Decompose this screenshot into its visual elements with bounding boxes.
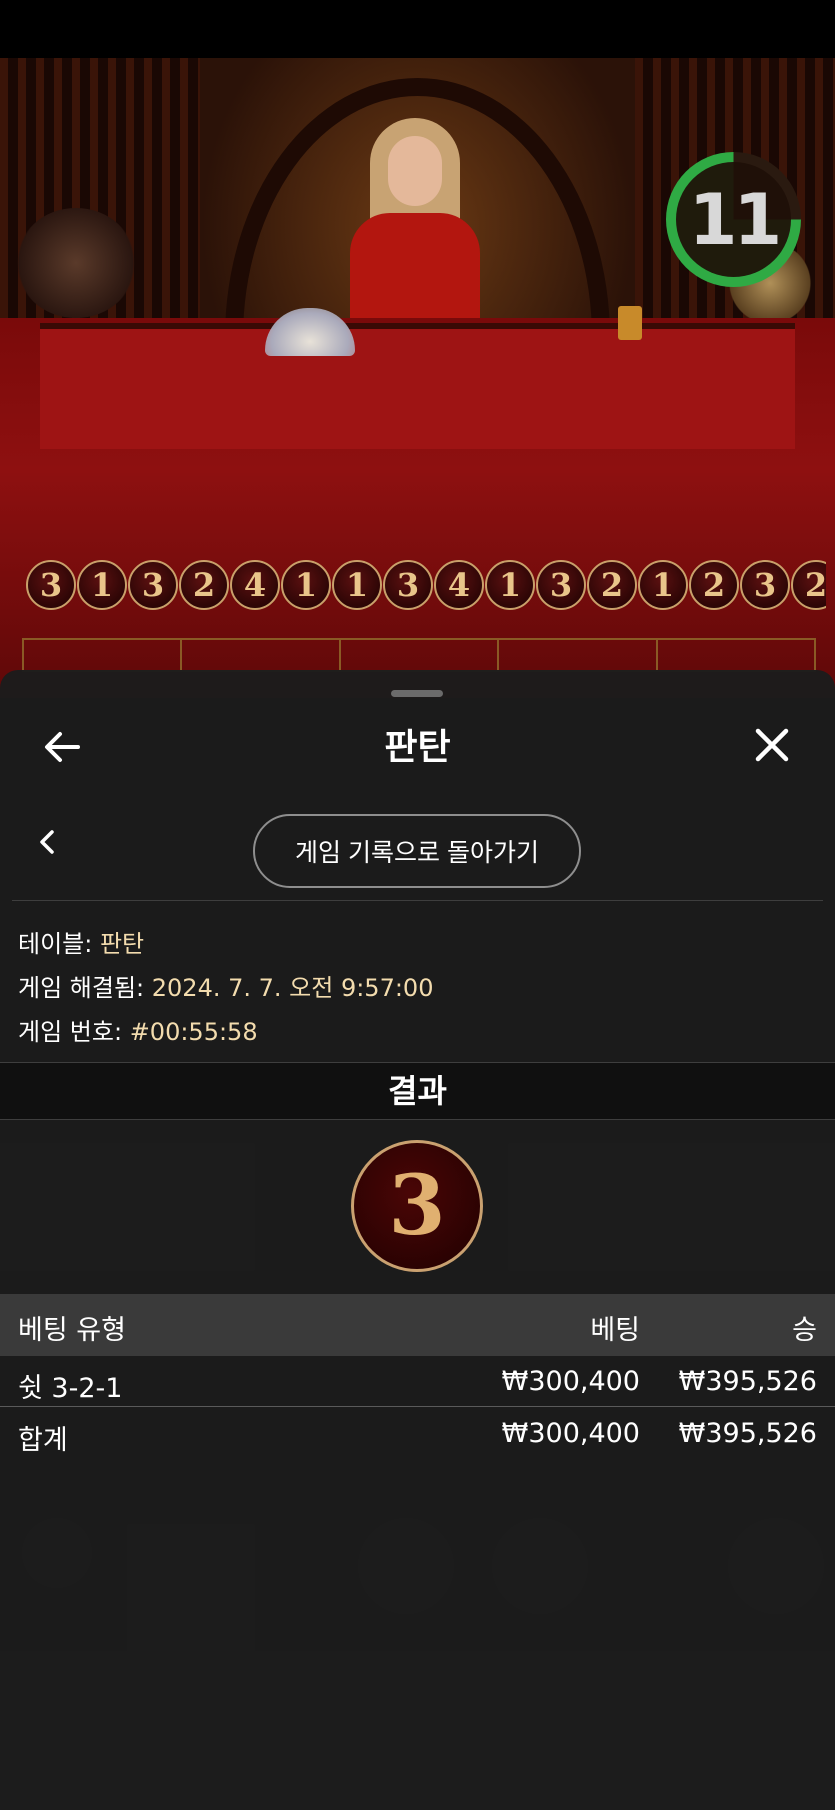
bet-grid-cell [341, 640, 500, 670]
decor-plant [16, 208, 136, 318]
table-felt [40, 323, 795, 449]
history-ball: 2 [791, 560, 826, 610]
bet-grid-cell [24, 640, 183, 670]
history-ball: 3 [26, 560, 76, 610]
result-number: 3 [388, 1158, 446, 1254]
header-bet-type: 베팅 유형 [18, 1315, 126, 1346]
result-ball: 3 [351, 1140, 483, 1272]
history-ball: 2 [587, 560, 637, 610]
countdown-timer: 11 [666, 152, 801, 287]
header-bet: 베팅 [590, 1315, 640, 1346]
history-ball: 1 [332, 560, 382, 610]
history-ball: 1 [281, 560, 331, 610]
history-ball: 2 [179, 560, 229, 610]
history-ball: 3 [536, 560, 586, 610]
total-win-amount: ₩395,526 [678, 1418, 817, 1449]
result-label: 결과 [388, 1072, 447, 1110]
table-row: 쉿 3-2-1 ₩300,400 ₩395,526 [0, 1358, 835, 1412]
info-table-label: 테이블: [18, 930, 93, 958]
info-table-value: 판탄 [99, 930, 145, 958]
result-history-strip: 31324113413212324 [26, 560, 826, 620]
history-ball: 2 [689, 560, 739, 610]
total-bet-amount: ₩300,400 [501, 1418, 640, 1449]
bet-grid-cell [499, 640, 658, 670]
info-resolved-value: 2024. 7. 7. 오전 9:57:00 [151, 974, 434, 1002]
history-ball: 1 [77, 560, 127, 610]
history-ball: 3 [740, 560, 790, 610]
sheet-title: 판탄 [384, 727, 451, 768]
total-row: 합계 ₩300,400 ₩395,526 [0, 1410, 835, 1464]
row-bet-type: 쉿 3-2-1 [18, 1373, 123, 1404]
status-bar [0, 0, 835, 58]
info-game-number: 게임 번호: #00:55:58 [18, 1012, 258, 1047]
history-ball: 4 [434, 560, 484, 610]
history-ball: 3 [128, 560, 178, 610]
info-game-number-label: 게임 번호: [18, 1018, 123, 1046]
bet-grid-header [22, 638, 816, 672]
history-ball: 4 [230, 560, 280, 610]
header-win: 승 [792, 1315, 817, 1346]
history-ball: 1 [485, 560, 535, 610]
brass-cup [618, 306, 642, 340]
chevron-left-icon[interactable] [32, 822, 62, 862]
close-icon[interactable] [750, 723, 794, 767]
history-ball: 3 [383, 560, 433, 610]
divider [0, 1406, 835, 1407]
bets-table-header: 베팅 유형 베팅 승 [0, 1294, 835, 1356]
row-win-amount: ₩395,526 [678, 1366, 817, 1397]
result-header: 결과 [0, 1062, 835, 1120]
bet-grid-cell [658, 640, 814, 670]
info-resolved: 게임 해결됨: 2024. 7. 7. 오전 9:57:00 [18, 968, 433, 1003]
divider [12, 900, 823, 901]
row-bet-amount: ₩300,400 [501, 1366, 640, 1397]
sheet-drag-handle[interactable] [391, 690, 443, 697]
return-to-history-button[interactable]: 게임 기록으로 돌아가기 [253, 814, 581, 888]
total-label: 합계 [18, 1425, 68, 1456]
countdown-value: 11 [688, 178, 782, 261]
bet-grid-cell [182, 640, 341, 670]
info-table: 테이블: 판탄 [18, 924, 144, 959]
info-game-number-value: #00:55:58 [129, 1018, 258, 1046]
history-ball: 1 [638, 560, 688, 610]
info-resolved-label: 게임 해결됨: [18, 974, 145, 1002]
